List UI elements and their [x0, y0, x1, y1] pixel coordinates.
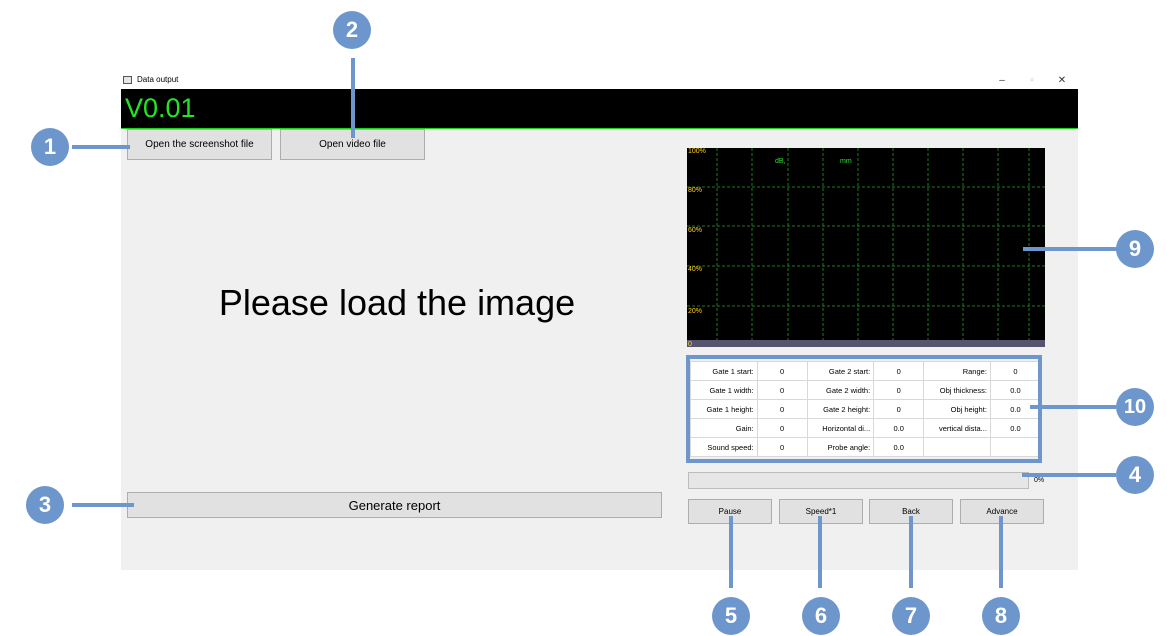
callout-badge-10: 10	[1116, 388, 1154, 426]
y-label-80: 80%	[688, 187, 703, 194]
signal-scope: 100% 80% 60% 40% 20% 0 dB, mm	[687, 148, 1045, 347]
callout-badge-9: 9	[1116, 230, 1154, 268]
version-banner: V0.01	[121, 89, 1078, 129]
window-title: Data output	[137, 75, 179, 84]
baseline-bar	[687, 340, 1045, 347]
open-screenshot-button[interactable]: Open the screenshot file	[127, 129, 272, 160]
playback-progress-bar[interactable]	[688, 472, 1029, 489]
version-label: V0.01	[125, 93, 196, 123]
callout-line-2	[351, 58, 355, 138]
y-label-60: 60%	[688, 227, 703, 234]
callout-badge-1: 1	[31, 128, 69, 166]
callout-line-7	[909, 516, 913, 588]
mm-unit-label: mm	[840, 158, 852, 165]
scope-grid	[687, 148, 1045, 347]
close-button[interactable]: ✕	[1047, 72, 1077, 89]
callout-badge-2: 2	[333, 11, 371, 49]
callout-line-4	[1022, 473, 1116, 477]
callout-line-8	[999, 516, 1003, 588]
db-unit-label: dB,	[775, 158, 786, 165]
callout-line-9	[1023, 247, 1117, 251]
callout-badge-4: 4	[1116, 456, 1154, 494]
callout-badge-6: 6	[802, 597, 840, 635]
callout-line-1	[72, 145, 130, 149]
parameter-table-highlight	[686, 355, 1042, 463]
y-label-40: 40%	[688, 266, 703, 273]
generate-report-button[interactable]: Generate report	[127, 492, 662, 518]
y-label-100: 100%	[688, 148, 706, 155]
app-icon	[123, 76, 132, 84]
callout-line-5	[729, 516, 733, 588]
minimize-button[interactable]: –	[987, 72, 1017, 89]
callout-line-3	[72, 503, 134, 507]
app-window: Data output – ▫ ✕ V0.01 Open the screens…	[121, 72, 1078, 570]
y-label-20: 20%	[688, 308, 703, 315]
callout-badge-5: 5	[712, 597, 750, 635]
callout-badge-7: 7	[892, 597, 930, 635]
title-bar: Data output – ▫ ✕	[121, 72, 1078, 89]
maximize-button[interactable]: ▫	[1017, 72, 1047, 89]
callout-badge-8: 8	[982, 597, 1020, 635]
callout-line-6	[818, 516, 822, 588]
progress-percent: 0%	[1034, 477, 1045, 484]
y-label-0: 0	[688, 341, 692, 347]
callout-badge-3: 3	[26, 486, 64, 524]
callout-line-10	[1030, 405, 1116, 409]
image-placeholder-text: Please load the image	[218, 282, 576, 323]
